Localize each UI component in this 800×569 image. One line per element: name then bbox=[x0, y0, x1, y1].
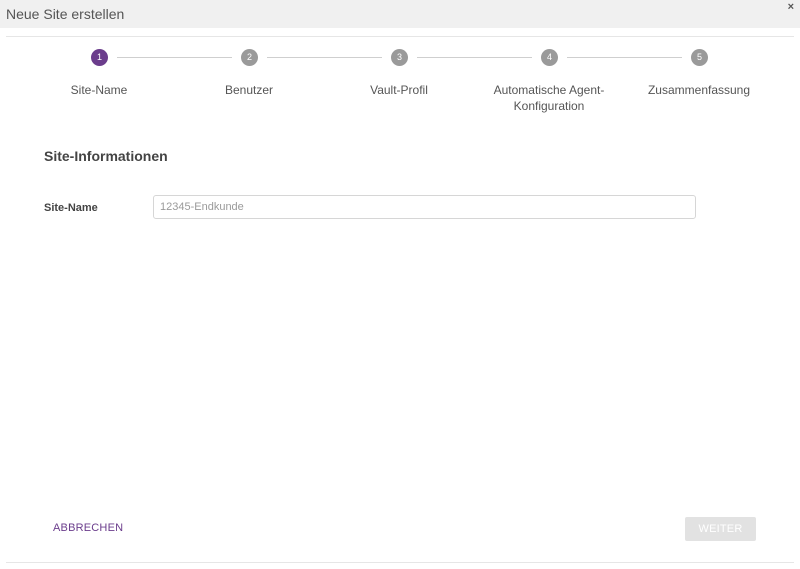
step-2-indicator: 2 bbox=[241, 49, 258, 66]
step-3-indicator: 3 bbox=[391, 49, 408, 66]
step-connector bbox=[267, 57, 382, 58]
wizard-stepper: 1 2 3 4 5 Site-Name Benutzer Vault-Profi… bbox=[0, 48, 800, 118]
step-connector bbox=[417, 57, 532, 58]
step-4-label: Automatische Agent-Konfiguration bbox=[493, 83, 605, 113]
dialog-title: Neue Site erstellen bbox=[6, 6, 125, 22]
next-button[interactable]: WEITER bbox=[685, 517, 756, 541]
step-1-indicator: 1 bbox=[91, 49, 108, 66]
close-icon[interactable]: × bbox=[788, 1, 794, 13]
step-2-label: Benutzer bbox=[224, 83, 274, 97]
step-4-indicator: 4 bbox=[541, 49, 558, 66]
step-connector bbox=[567, 57, 682, 58]
step-connector bbox=[117, 57, 232, 58]
step-1-label: Site-Name bbox=[70, 83, 128, 97]
site-name-label: Site-Name bbox=[44, 202, 98, 214]
step-5-label: Zusammenfassung bbox=[647, 83, 751, 97]
dialog-titlebar: Neue Site erstellen × bbox=[0, 0, 800, 28]
step-5-indicator: 5 bbox=[691, 49, 708, 66]
cancel-button[interactable]: ABBRECHEN bbox=[53, 522, 123, 534]
title-divider bbox=[6, 36, 794, 37]
footer-divider bbox=[6, 562, 794, 563]
new-site-dialog: Neue Site erstellen × 1 2 3 4 5 Site-Nam… bbox=[0, 0, 800, 569]
site-name-input[interactable] bbox=[153, 195, 696, 219]
step-3-label: Vault-Profil bbox=[370, 83, 428, 97]
section-title: Site-Informationen bbox=[44, 148, 168, 164]
